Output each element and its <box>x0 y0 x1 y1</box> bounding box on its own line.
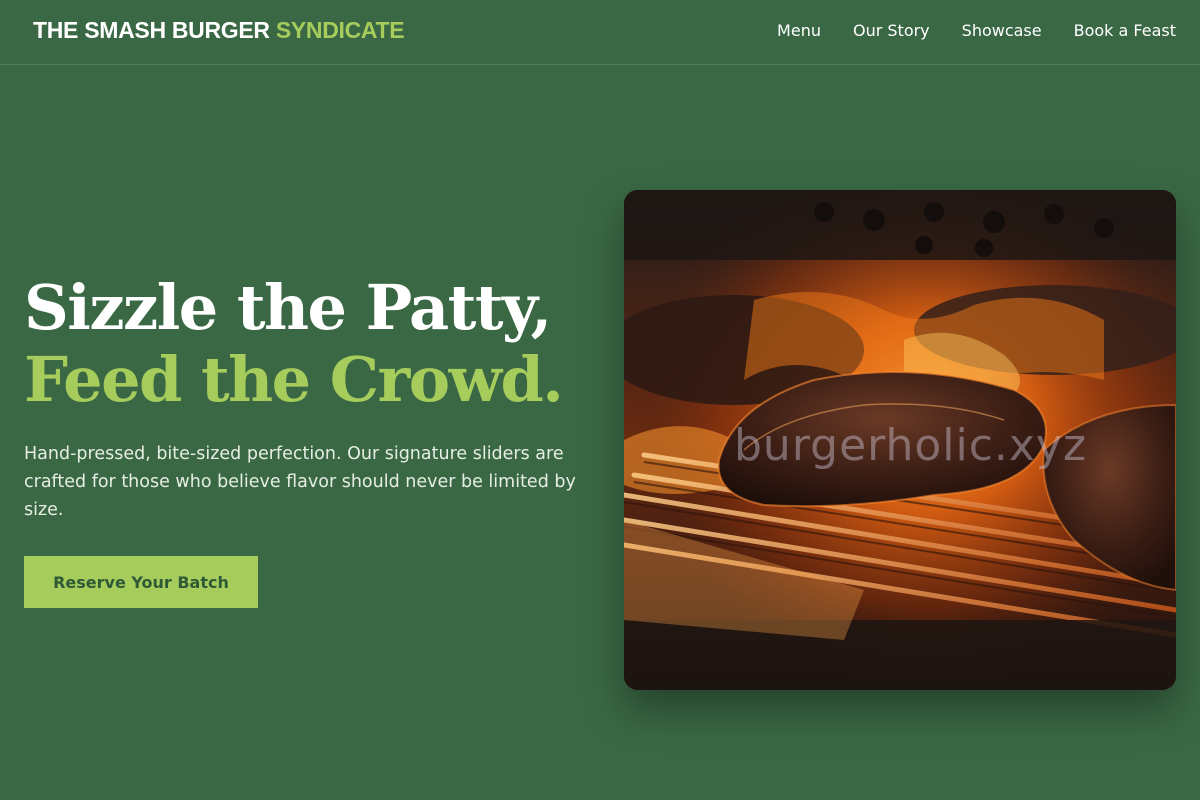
hero-description: Hand-pressed, bite-sized perfection. Our… <box>24 444 576 520</box>
brand-name-main: THE SMASH BURGER <box>33 17 270 43</box>
nav-item-showcase[interactable]: Showcase <box>962 20 1042 42</box>
main-nav: Menu Our Story Showcase Book a Feast <box>777 20 1176 42</box>
grill-photo: burgerholic.xyz <box>624 190 1176 690</box>
brand-name-accent: SYNDICATE <box>275 17 405 43</box>
nav-item-our-story[interactable]: Our Story <box>853 20 930 42</box>
hero-title: Sizzle the Patty, Feed the Crowd. <box>24 271 564 416</box>
hero-title-line-2: Feed the Crowd. <box>24 343 564 416</box>
image-watermark: burgerholic.xyz <box>734 420 1088 471</box>
reserve-batch-button[interactable]: Reserve Your Batch <box>24 556 258 608</box>
nav-item-menu[interactable]: Menu <box>777 20 821 42</box>
hero-title-line-1: Sizzle the Patty, <box>24 271 552 344</box>
nav-item-book-a-feast[interactable]: Book a Feast <box>1074 20 1176 42</box>
top-navigation-bar: THE SMASH BURGER SYNDICATE Menu Our Stor… <box>0 0 1200 65</box>
brand-logo[interactable]: THE SMASH BURGER SYNDICATE <box>33 17 405 44</box>
